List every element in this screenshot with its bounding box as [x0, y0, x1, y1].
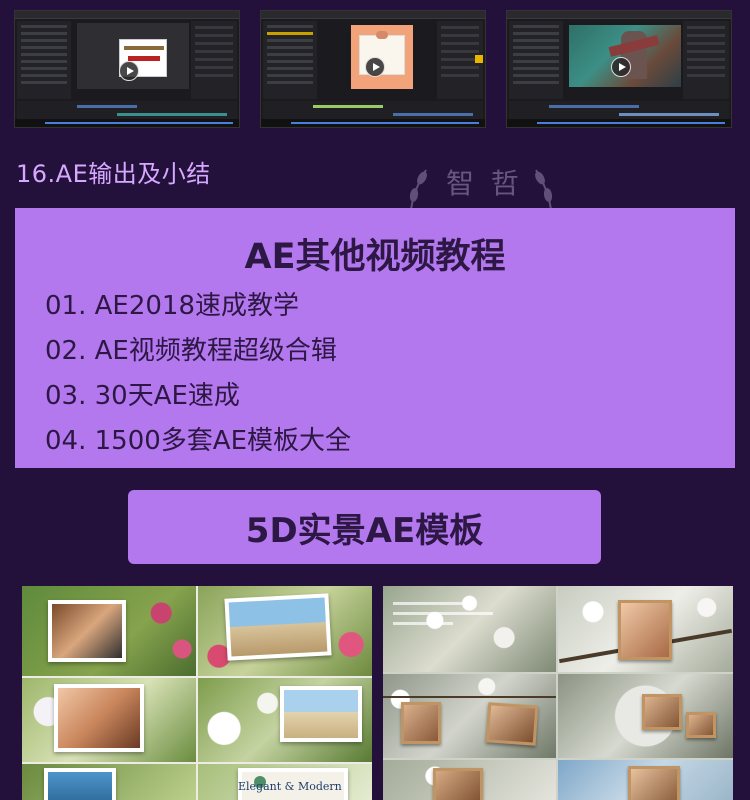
video-thumbnail-2[interactable]: [260, 10, 486, 128]
play-icon[interactable]: [365, 57, 385, 77]
course-item[interactable]: 03. 30天AE速成: [45, 374, 351, 419]
preview-caption: Elegant & Modern: [238, 780, 342, 793]
play-icon[interactable]: [119, 61, 139, 81]
template-preview-right[interactable]: [383, 586, 733, 800]
other-courses-title: AE其他视频教程: [244, 237, 506, 277]
course-item[interactable]: 02. AE视频教程超级合辑: [45, 329, 351, 374]
watermark-text-top: 智 哲: [446, 167, 523, 200]
course-list: 01. AE2018速成教学 02. AE视频教程超级合辑 03. 30天AE速…: [45, 284, 351, 464]
course-item[interactable]: 01. AE2018速成教学: [45, 284, 351, 329]
other-courses-panel: AE其他视频教程 01. AE2018速成教学 02. AE视频教程超级合辑 0…: [15, 208, 735, 468]
template-button[interactable]: 5D实景AE模板: [128, 490, 601, 564]
video-thumbnail-1[interactable]: [14, 10, 240, 128]
video-thumbnail-3[interactable]: [506, 10, 732, 128]
template-preview-left[interactable]: [22, 586, 372, 800]
video-thumbnail-row: [0, 0, 750, 132]
lesson-label: 16.AE输出及小结: [16, 160, 211, 188]
course-item[interactable]: 04. 1500多套AE模板大全: [45, 419, 351, 464]
play-icon[interactable]: [611, 57, 631, 77]
